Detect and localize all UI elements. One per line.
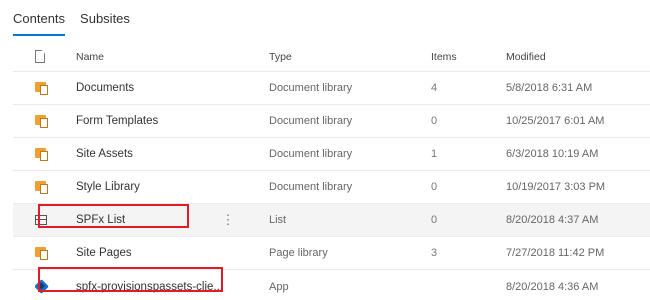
row-icon-cell	[35, 237, 65, 269]
row-items: 4	[431, 82, 438, 94]
file-type-header[interactable]	[35, 42, 65, 71]
row-modified: 6/3/2018 10:19 AM	[506, 148, 599, 160]
row-items: 0	[431, 214, 438, 226]
column-header-items[interactable]: Items	[431, 42, 511, 71]
file-type-icon	[35, 50, 45, 63]
row-type: Document library	[269, 82, 353, 94]
row-name-link[interactable]: Site Pages	[76, 237, 236, 269]
row-items: 1	[431, 148, 438, 160]
row-name-link[interactable]: spfx-provisionspassets-clie...	[76, 270, 236, 300]
row-name-link[interactable]: Style Library	[76, 171, 236, 203]
document-library-icon	[35, 81, 49, 95]
app-icon	[35, 279, 49, 294]
row-type: Document library	[269, 115, 353, 127]
tab-contents[interactable]: Contents	[13, 10, 66, 36]
row-type: Document library	[269, 181, 353, 193]
row-modified: 7/27/2018 11:42 PM	[506, 247, 605, 259]
table-row[interactable]: Form Templates Document library 0 10/25/…	[13, 105, 650, 138]
row-items: 0	[431, 115, 438, 127]
document-library-icon	[35, 180, 49, 194]
list-icon	[35, 215, 47, 225]
column-header-modified[interactable]: Modified	[506, 42, 646, 71]
row-icon-cell	[35, 72, 65, 104]
row-type: List	[269, 214, 287, 226]
table-row[interactable]: spfx-provisionspassets-clie... App 8/20/…	[13, 270, 650, 300]
row-icon-cell	[35, 171, 65, 203]
row-modified: 10/19/2017 3:03 PM	[506, 181, 606, 193]
table-row[interactable]: Documents Document library 4 5/8/2018 6:…	[13, 72, 650, 105]
row-modified: 8/20/2018 4:36 AM	[506, 280, 599, 293]
table-header: Name Type Items Modified	[13, 42, 650, 72]
row-modified: 10/25/2017 6:01 AM	[506, 115, 605, 127]
tab-bar: Contents Subsites	[13, 10, 145, 36]
tab-subsites[interactable]: Subsites	[80, 10, 130, 36]
row-icon-cell	[35, 138, 65, 170]
row-name-link[interactable]: Form Templates	[76, 105, 236, 137]
row-type: Page library	[269, 247, 328, 259]
column-header-type[interactable]: Type	[269, 42, 419, 71]
document-library-icon	[35, 147, 49, 161]
row-icon-cell	[35, 204, 65, 236]
table-row[interactable]: SPFx List ⋮ List 0 8/20/2018 4:37 AM	[13, 204, 650, 237]
row-modified: 8/20/2018 4:37 AM	[506, 214, 599, 226]
row-icon-cell	[35, 270, 65, 300]
row-items	[431, 270, 511, 300]
row-name-link[interactable]: Site Assets	[76, 138, 236, 170]
more-options-icon[interactable]: ⋮	[222, 204, 234, 236]
row-type: App	[269, 280, 289, 293]
row-items: 0	[431, 181, 438, 193]
site-contents-table: Name Type Items Modified Documents Docum…	[13, 42, 650, 300]
table-row[interactable]: Style Library Document library 0 10/19/2…	[13, 171, 650, 204]
row-modified: 5/8/2018 6:31 AM	[506, 82, 593, 94]
document-library-icon	[35, 246, 49, 260]
row-name-link[interactable]: Documents	[76, 72, 236, 104]
document-library-icon	[35, 114, 49, 128]
row-type: Document library	[269, 148, 353, 160]
column-header-name[interactable]: Name	[76, 42, 236, 71]
row-items: 3	[431, 247, 438, 259]
table-row[interactable]: Site Pages Page library 3 7/27/2018 11:4…	[13, 237, 650, 270]
table-row[interactable]: Site Assets Document library 1 6/3/2018 …	[13, 138, 650, 171]
row-name-link[interactable]: SPFx List	[76, 204, 236, 236]
row-icon-cell	[35, 105, 65, 137]
